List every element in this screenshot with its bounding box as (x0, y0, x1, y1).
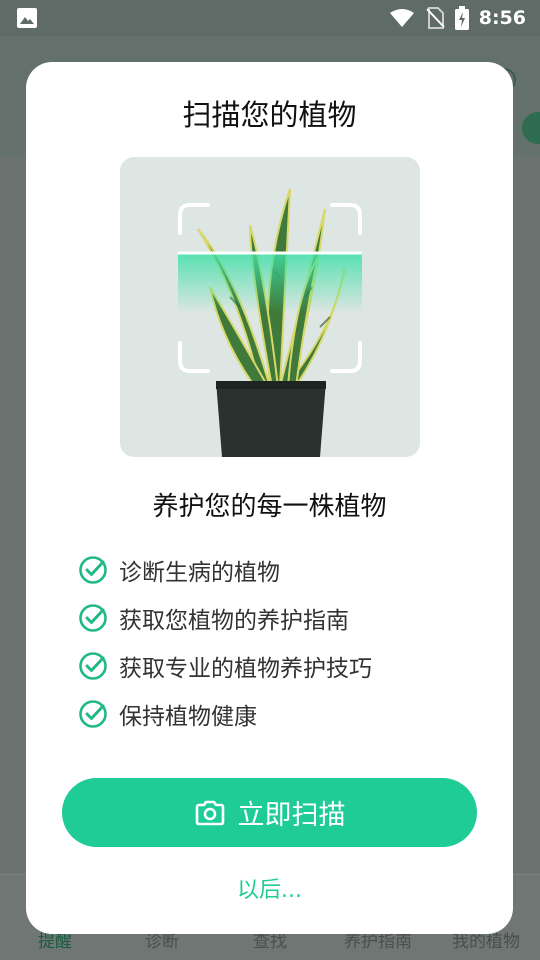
check-circle-icon (79, 556, 107, 584)
check-circle-icon (79, 604, 107, 632)
feature-label: 诊断生病的植物 (119, 560, 280, 586)
status-bar: 8:56 (0, 0, 540, 36)
background-header-tab (522, 112, 540, 144)
feature-label: 获取您植物的养护指南 (119, 608, 349, 634)
check-circle-icon (79, 652, 107, 680)
feature-item: 获取您植物的养护指南 (78, 594, 372, 642)
feature-list: 诊断生病的植物 获取您植物的养护指南 获取专业的植物养护技巧 保持植物健康 (78, 546, 372, 738)
dialog-title: 扫描您的植物 (182, 98, 357, 132)
status-time: 8:56 (478, 7, 526, 29)
camera-icon (195, 800, 224, 825)
check-circle-icon (79, 700, 107, 728)
wifi-icon (389, 9, 414, 27)
feature-label: 保持植物健康 (119, 704, 257, 730)
no-sim-icon (426, 7, 445, 29)
snake-plant-image (178, 188, 362, 457)
image-icon (17, 8, 37, 28)
feature-item: 诊断生病的植物 (78, 546, 372, 594)
scan-now-button[interactable]: 立即扫描 (62, 778, 477, 847)
later-link[interactable]: 以后... (26, 872, 513, 904)
feature-item: 获取专业的植物养护技巧 (78, 642, 372, 690)
scan-now-label: 立即扫描 (237, 800, 346, 831)
scan-promo-dialog: 扫描您的植物 养护您的每一株植物 诊断生病的植物 获取您植物的养护指南 获取专业… (26, 62, 513, 934)
plant-scan-illustration (120, 157, 420, 457)
dialog-subtitle: 养护您的每一株植物 (152, 492, 387, 522)
feature-label: 获取专业的植物养护技巧 (119, 656, 372, 682)
feature-item: 保持植物健康 (78, 690, 372, 738)
battery-charging-icon (454, 6, 469, 30)
